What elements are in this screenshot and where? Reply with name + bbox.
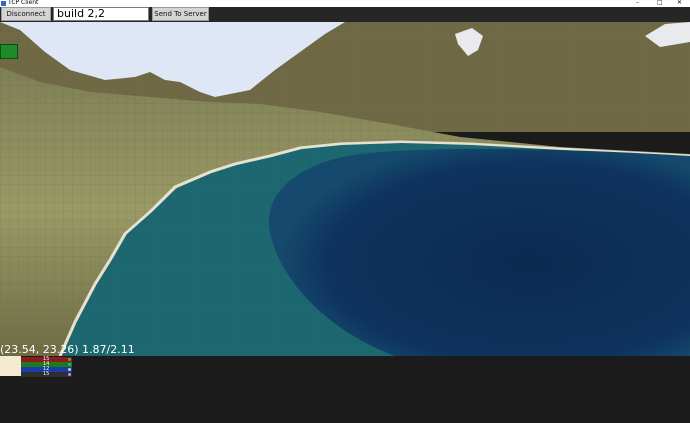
stat-indicator-icon bbox=[68, 368, 71, 371]
coordinate-readout: (23.54, 23.26) 1.87/2.11 bbox=[0, 343, 135, 356]
stat-indicator-icon bbox=[68, 363, 71, 366]
game-viewport[interactable] bbox=[0, 22, 690, 356]
app-icon bbox=[1, 1, 6, 6]
title-bar: TCP Client – □ ✕ bbox=[0, 0, 690, 7]
stat-row: 15 bbox=[21, 371, 72, 377]
stat-indicator-icon bbox=[68, 358, 71, 361]
command-input[interactable]: build 2,2 bbox=[53, 7, 149, 21]
send-to-server-button[interactable]: Send To Server bbox=[152, 7, 209, 21]
disconnect-button[interactable]: Disconnect bbox=[1, 7, 51, 21]
terrain-scene bbox=[0, 22, 690, 356]
bottom-panel: 15 14 12 15 bbox=[0, 356, 690, 423]
unit-portrait[interactable] bbox=[0, 356, 21, 376]
minimap-icon[interactable] bbox=[0, 44, 18, 59]
stat-indicator-icon bbox=[68, 373, 71, 376]
toolbar: Disconnect build 2,2 Send To Server bbox=[0, 7, 690, 22]
stat-value: 15 bbox=[43, 371, 50, 377]
